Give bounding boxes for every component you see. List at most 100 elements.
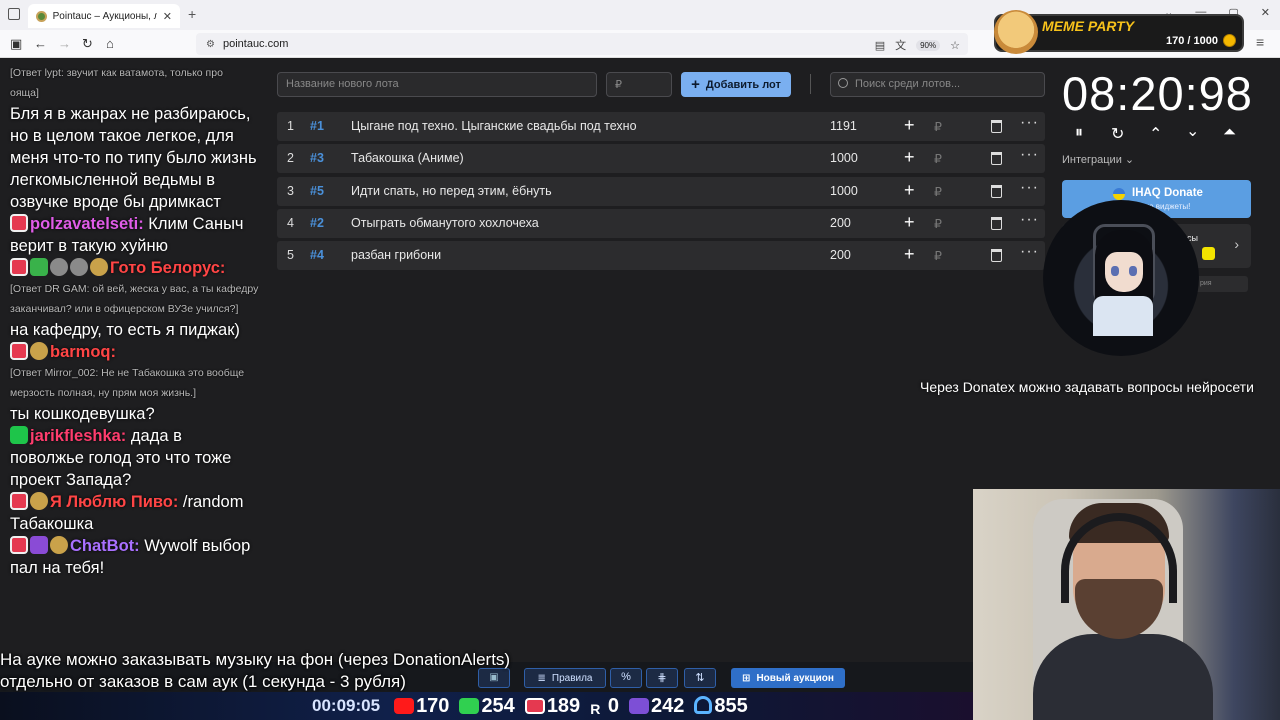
split-button[interactable]: ⋕ xyxy=(646,668,678,688)
translate-icon[interactable]: 文 xyxy=(895,37,906,53)
new-lot-price-input[interactable]: ₽ xyxy=(606,72,672,97)
home-button[interactable]: ⌂ xyxy=(106,36,114,51)
lot-name[interactable]: разбан грибони xyxy=(351,248,441,262)
percent-button[interactable]: % xyxy=(610,668,642,688)
add-amount-button[interactable]: + xyxy=(904,147,915,168)
add-amount-button[interactable]: + xyxy=(904,180,915,201)
chat-username[interactable]: polzavatelseti: xyxy=(30,215,144,233)
lot-row[interactable]: 3 #5 Идти спать, но перед этим, ёбнуть 1000… xyxy=(277,176,1045,206)
lot-amount[interactable]: 200 xyxy=(830,216,851,230)
lot-row[interactable]: 2 #3 Табакошка (Аниме) 1000 + ₽ ··· xyxy=(277,144,1045,174)
lot-search-input[interactable]: Поиск среди лотов... xyxy=(830,72,1045,97)
sidebar-toggle-icon[interactable]: ▣ xyxy=(10,36,22,52)
lot-row[interactable]: 4 #2 Отыграть обманутого хохлочеха 200 + ₽ ··· xyxy=(277,208,1045,238)
add-time-button[interactable]: ⌃ xyxy=(1149,124,1162,144)
total-count: 855 xyxy=(714,694,748,717)
more-icon[interactable]: ··· xyxy=(1020,211,1039,229)
vk-live-icon xyxy=(524,697,545,714)
more-icon[interactable]: ··· xyxy=(1020,114,1039,132)
tab-list-icon[interactable] xyxy=(8,8,20,20)
chat-username[interactable]: Я Люблю Пиво: xyxy=(50,493,178,511)
integrations-toggle[interactable]: Интеграции ⌄ xyxy=(1062,153,1134,166)
trash-icon[interactable] xyxy=(991,152,1002,166)
trash-icon[interactable] xyxy=(991,216,1002,230)
rub-icon[interactable]: ₽ xyxy=(934,119,942,134)
more-icon[interactable]: ··· xyxy=(1020,179,1039,197)
close-window-button[interactable]: ✕ xyxy=(1261,6,1270,19)
add-amount-button[interactable]: + xyxy=(904,212,915,233)
double-time-button[interactable]: ⏶ xyxy=(1223,124,1236,142)
lot-amount[interactable]: 200 xyxy=(830,248,851,262)
address-bar[interactable]: ⚙ pointauc.com ▤ 文 90% ☆ xyxy=(196,33,968,55)
music-notice: На ауке можно заказывать музыку на фон (… xyxy=(0,649,510,693)
more-icon[interactable]: ··· xyxy=(1020,146,1039,164)
live-badge-icon xyxy=(10,214,28,232)
twitch-viewers: 242 xyxy=(629,695,684,718)
more-icon[interactable]: ··· xyxy=(1020,243,1039,261)
subtract-time-button[interactable]: ⌄ xyxy=(1186,121,1199,141)
lot-id: #5 xyxy=(310,183,324,198)
chat-username[interactable]: barmoq: xyxy=(50,343,116,361)
tab-close-icon[interactable]: ✕ xyxy=(163,10,172,23)
round-badge-icon xyxy=(90,258,108,276)
lot-amount[interactable]: 1000 xyxy=(830,184,858,198)
browser-menu-icon[interactable]: ≡ xyxy=(1256,34,1264,50)
live-badge-icon xyxy=(10,258,28,276)
trash-icon[interactable] xyxy=(991,249,1002,263)
tab-title: Pointauc – Аукционы, лотерея xyxy=(52,10,157,22)
chat-message: jarikfleshka: дада в поволжье голод это … xyxy=(10,425,260,491)
lot-amount[interactable]: 1000 xyxy=(830,151,858,165)
donate-title: IHAQ Donate xyxy=(1132,187,1203,199)
vtuber-avatar xyxy=(1043,200,1199,356)
lot-index: 3 xyxy=(287,183,294,198)
url-text[interactable]: pointauc.com xyxy=(223,38,288,50)
lot-name[interactable]: Отыграть обманутого хохлочеха xyxy=(351,216,539,230)
chat-username[interactable]: Гото Белорус: xyxy=(110,259,225,277)
youtube-count: 170 xyxy=(416,694,450,717)
trash-icon[interactable] xyxy=(991,120,1002,133)
chat-text: на кафедру, то есть я пиджак) xyxy=(10,321,240,339)
reader-view-icon[interactable]: ▤ xyxy=(875,39,885,52)
divider xyxy=(810,74,811,94)
lot-id: #3 xyxy=(310,151,324,166)
reload-button[interactable]: ↻ xyxy=(82,36,93,52)
chat-message: ChatBot: Wywolf выбор пал на тебя! xyxy=(10,535,260,579)
rub-icon[interactable]: ₽ xyxy=(934,151,942,166)
reset-timer-button[interactable]: ↻ xyxy=(1111,124,1124,144)
live-badge-icon xyxy=(10,492,28,510)
new-tab-button[interactable]: + xyxy=(188,6,196,22)
new-auction-button[interactable]: ⊞ Новый аукцион xyxy=(731,668,845,688)
lot-amount[interactable]: 1191 xyxy=(830,119,857,133)
bookmark-star-icon[interactable]: ☆ xyxy=(950,39,960,52)
stream-uptime: 00:09:05 xyxy=(312,696,381,715)
lot-name[interactable]: Идти спать, но перед этим, ёбнуть xyxy=(351,184,552,198)
rules-button[interactable]: ≣ Правила xyxy=(524,668,606,688)
zoom-level[interactable]: 90% xyxy=(916,39,941,51)
forward-button[interactable]: → xyxy=(58,36,71,51)
lot-name[interactable]: Табакошка (Аниме) xyxy=(351,151,464,165)
back-button[interactable]: ← xyxy=(34,36,47,51)
rub-icon[interactable]: ₽ xyxy=(934,184,942,199)
add-amount-button[interactable]: + xyxy=(904,244,915,265)
favicon-icon xyxy=(36,10,47,22)
rub-icon[interactable]: ₽ xyxy=(934,248,942,263)
add-lot-button[interactable]: + Добавить лот xyxy=(681,72,791,97)
chat-reply: [Ответ DR GAM: ой вей, жеска у вас, а ты… xyxy=(10,279,260,319)
chat-username[interactable]: ChatBot: xyxy=(70,537,140,555)
chat-username[interactable]: jarikfleshka: xyxy=(30,427,126,445)
sort-button[interactable]: ⇅ xyxy=(684,668,716,688)
rub-icon[interactable]: ₽ xyxy=(934,216,942,231)
pause-button[interactable]: ⏸ xyxy=(1075,124,1083,142)
new-lot-name-input[interactable]: Название нового лота xyxy=(277,72,597,97)
add-amount-button[interactable]: + xyxy=(904,115,915,136)
lot-row[interactable]: 1 #1 Цыгане под техно. Цыганские свадьбы п… xyxy=(277,112,1045,141)
site-info-icon[interactable]: ⚙ xyxy=(206,39,215,50)
grey-badge-icon xyxy=(70,258,88,276)
kick-count: 254 xyxy=(481,694,515,717)
trash-icon[interactable] xyxy=(991,184,1002,198)
browser-tab[interactable]: Pointauc – Аукционы, лотерея ✕ xyxy=(28,4,180,28)
lot-row[interactable]: 5 #4 разбан грибони 200 + ₽ ··· xyxy=(277,241,1045,271)
round-badge-icon xyxy=(30,492,48,510)
vk-viewers: 189 xyxy=(524,695,580,718)
lot-name[interactable]: Цыгане под техно. Цыганские свадьбы под … xyxy=(351,119,637,133)
